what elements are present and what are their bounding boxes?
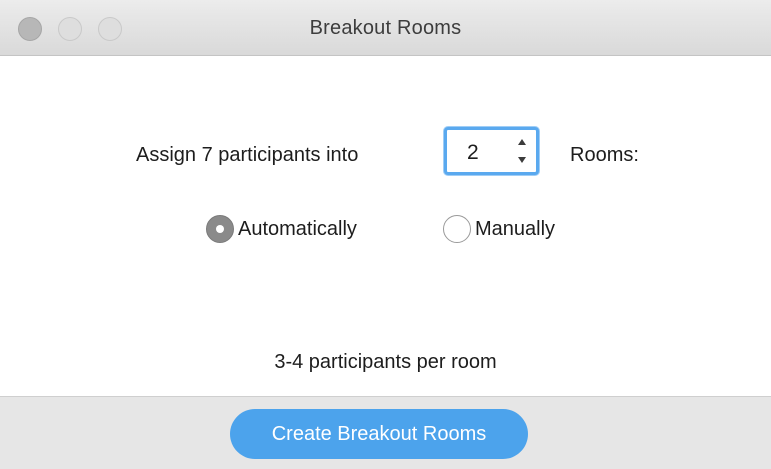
radio-checked-icon[interactable] <box>206 215 234 243</box>
window-title: Breakout Rooms <box>309 17 462 39</box>
rooms-label: Rooms: <box>570 144 639 166</box>
room-count-stepper[interactable]: 2 <box>444 127 539 175</box>
manually-radio-option[interactable]: Manually <box>443 215 555 243</box>
create-breakout-rooms-button[interactable]: Create Breakout Rooms <box>230 409 528 459</box>
title-bar: Breakout Rooms <box>0 0 771 56</box>
manually-label[interactable]: Manually <box>475 218 555 241</box>
room-count-value[interactable]: 2 <box>467 141 479 165</box>
automatically-label[interactable]: Automatically <box>238 218 357 241</box>
automatically-radio-option[interactable]: Automatically <box>206 215 357 243</box>
increment-arrow-icon[interactable] <box>518 139 526 145</box>
assign-participants-label: Assign 7 participants into <box>136 144 359 166</box>
footer-bar: Create Breakout Rooms <box>0 396 771 469</box>
decrement-arrow-icon[interactable] <box>518 157 526 163</box>
participants-per-room-text: 3-4 participants per room <box>274 351 497 373</box>
breakout-settings-panel: Assign 7 participants into 2 Rooms: Auto… <box>0 56 771 396</box>
breakout-rooms-window: Breakout Rooms Assign 7 participants int… <box>0 0 771 469</box>
stepper-arrows <box>517 135 529 167</box>
radio-unchecked-icon[interactable] <box>443 215 471 243</box>
